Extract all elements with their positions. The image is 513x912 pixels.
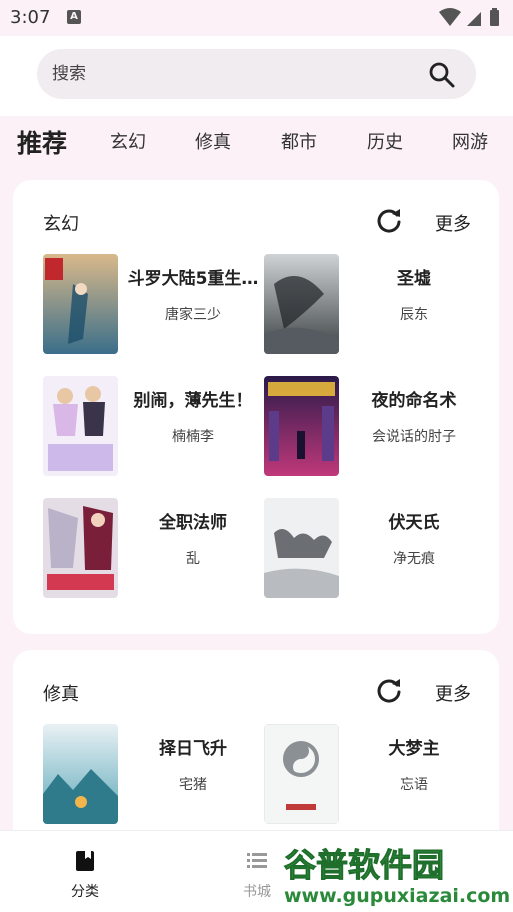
tab-xuanhuan[interactable]: 玄幻 bbox=[110, 128, 146, 154]
notification-icon: A bbox=[67, 10, 81, 24]
cover-art bbox=[43, 376, 118, 476]
book-item[interactable]: 夜的命名术 会说话的肘子 bbox=[264, 376, 486, 486]
book-title: 圣墟 bbox=[397, 269, 431, 289]
section-title: 玄幻 bbox=[43, 214, 79, 235]
refresh-icon[interactable] bbox=[375, 676, 403, 704]
search-bar[interactable] bbox=[37, 49, 476, 99]
search-icon[interactable] bbox=[428, 61, 456, 89]
book-title: 夜的命名术 bbox=[371, 391, 457, 411]
watermark-url: www.gupuxiazai.com bbox=[284, 885, 510, 907]
list-icon bbox=[247, 853, 267, 868]
cover-art bbox=[43, 724, 118, 824]
more-button[interactable]: 更多 bbox=[435, 210, 471, 236]
book-title: 择日飞升 bbox=[159, 739, 227, 759]
search-input[interactable] bbox=[52, 49, 412, 99]
section-card-xuanhuan: 玄幻 更多 斗罗大陆5重生… 唐家三少 圣墟 辰东 别闹，薄先生！ 楠楠李 夜的… bbox=[13, 180, 499, 634]
book-cover[interactable] bbox=[264, 376, 339, 476]
site-watermark: 谷普软件园 www.gupuxiazai.com bbox=[278, 836, 513, 912]
book-author: 净无痕 bbox=[393, 551, 435, 567]
tab-dushi[interactable]: 都市 bbox=[281, 128, 317, 154]
cover-art bbox=[264, 498, 339, 598]
book-item[interactable]: 斗罗大陆5重生… 唐家三少 bbox=[43, 254, 265, 364]
book-item[interactable]: 择日飞升 宅猪 bbox=[43, 724, 265, 834]
cover-art bbox=[264, 376, 339, 476]
book-cover[interactable] bbox=[43, 498, 118, 598]
book-author: 乱 bbox=[186, 551, 200, 567]
book-author: 会说话的肘子 bbox=[372, 429, 456, 445]
cover-art bbox=[264, 724, 339, 824]
book-title: 别闹，薄先生！ bbox=[133, 391, 253, 411]
book-title: 斗罗大陆5重生… bbox=[127, 269, 259, 289]
book-item[interactable]: 圣墟 辰东 bbox=[264, 254, 486, 364]
signal-icon bbox=[467, 12, 481, 26]
refresh-icon[interactable] bbox=[375, 206, 403, 234]
search-area bbox=[0, 36, 513, 116]
book-author: 唐家三少 bbox=[165, 307, 221, 323]
status-bar: 3:07 A bbox=[0, 0, 513, 36]
book-title: 大梦主 bbox=[388, 739, 440, 759]
book-item[interactable]: 全职法师 乱 bbox=[43, 498, 265, 608]
book-cover[interactable] bbox=[43, 376, 118, 476]
tab-wangyou[interactable]: 网游 bbox=[452, 128, 488, 154]
nav-category[interactable]: 分类 bbox=[45, 849, 125, 901]
wifi-icon bbox=[439, 8, 461, 26]
book-item[interactable]: 别闹，薄先生！ 楠楠李 bbox=[43, 376, 265, 486]
book-cover[interactable] bbox=[43, 724, 118, 824]
book-item[interactable]: 伏天氏 净无痕 bbox=[264, 498, 486, 608]
book-cover[interactable] bbox=[264, 254, 339, 354]
cover-art bbox=[43, 254, 118, 354]
book-cover[interactable] bbox=[43, 254, 118, 354]
cover-art bbox=[264, 254, 339, 354]
watermark-title: 谷普软件园 bbox=[284, 846, 444, 884]
book-title: 全职法师 bbox=[159, 513, 227, 533]
book-item[interactable]: 大梦主 忘语 bbox=[264, 724, 486, 834]
book-title: 伏天氏 bbox=[388, 513, 440, 533]
section-title: 修真 bbox=[43, 684, 79, 705]
tab-xiuzhen[interactable]: 修真 bbox=[195, 128, 231, 154]
category-tabs: 推荐 玄幻 修真 都市 历史 网游 bbox=[0, 116, 513, 170]
battery-icon bbox=[490, 10, 499, 26]
more-button[interactable]: 更多 bbox=[435, 680, 471, 706]
section-card-xiuzhen: 修真 更多 择日飞升 宅猪 大梦主 忘语 bbox=[13, 650, 499, 850]
system-status-icons bbox=[439, 8, 499, 26]
tab-recommend[interactable]: 推荐 bbox=[17, 124, 67, 160]
book-author: 楠楠李 bbox=[172, 429, 214, 445]
tab-lishi[interactable]: 历史 bbox=[367, 128, 403, 154]
book-cover[interactable] bbox=[264, 724, 339, 824]
cover-art bbox=[43, 498, 118, 598]
book-author: 忘语 bbox=[400, 777, 428, 793]
book-author: 宅猪 bbox=[179, 777, 207, 793]
book-author: 辰东 bbox=[400, 307, 428, 323]
nav-label: 分类 bbox=[71, 884, 99, 900]
status-time: 3:07 bbox=[10, 7, 51, 28]
book-icon bbox=[76, 851, 94, 871]
book-cover[interactable] bbox=[264, 498, 339, 598]
